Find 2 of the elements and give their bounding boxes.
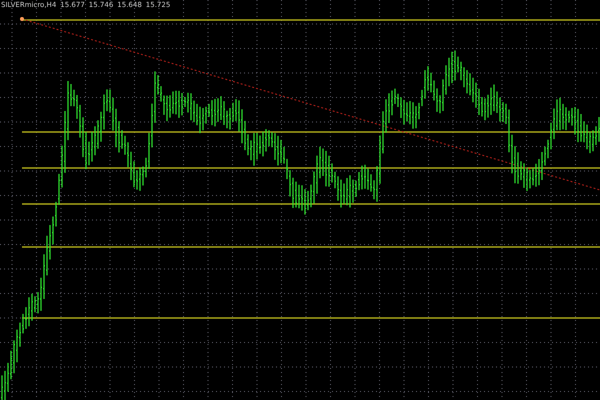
horizontal-level-lines[interactable]: [22, 19, 600, 319]
anchor-point-icon[interactable]: [20, 17, 24, 21]
